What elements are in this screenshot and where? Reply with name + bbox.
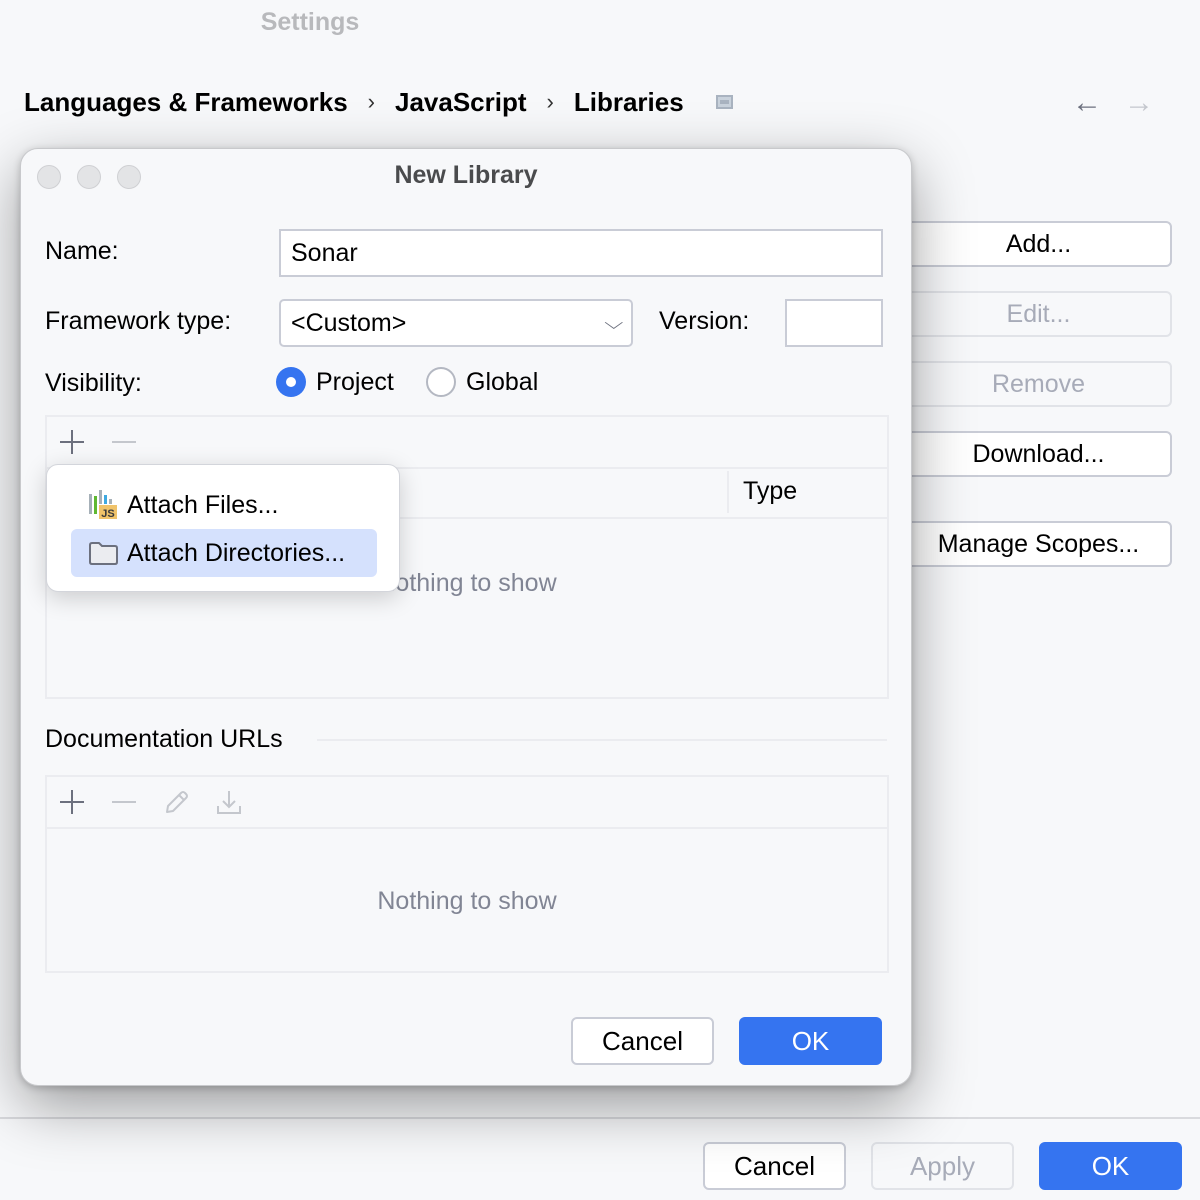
menu-item-label: Attach Files... — [127, 490, 279, 519]
documentation-urls-panel: Nothing to show — [45, 775, 889, 973]
name-label: Name: — [45, 237, 119, 265]
visibility-global-label: Global — [466, 367, 539, 396]
forward-arrow-icon[interactable]: → — [1124, 86, 1154, 120]
add-icon[interactable] — [57, 427, 87, 457]
settings-apply-button[interactable]: Apply — [871, 1142, 1014, 1190]
visibility-project-label: Project — [316, 367, 394, 396]
name-input-value: Sonar — [291, 238, 358, 267]
visibility-global-radio[interactable]: Global — [426, 367, 538, 397]
name-input[interactable]: Sonar — [279, 229, 883, 277]
framework-type-label: Framework type: — [45, 307, 232, 335]
docs-empty-text: Nothing to show — [377, 887, 557, 915]
breadcrumb: Languages & Frameworks › JavaScript › Li… — [24, 84, 733, 120]
remove-icon[interactable] — [109, 427, 139, 457]
framework-type-select[interactable]: <Custom> ⌵ — [279, 299, 633, 347]
download-icon[interactable] — [214, 787, 244, 817]
add-library-button[interactable]: Add... — [895, 221, 1172, 267]
breadcrumb-item-javascript[interactable]: JavaScript — [395, 87, 527, 118]
remove-icon[interactable] — [109, 787, 139, 817]
back-arrow-icon[interactable]: ← — [1072, 86, 1102, 120]
version-input[interactable] — [785, 299, 883, 347]
version-label: Version: — [659, 307, 750, 335]
attach-popup-menu: JS Attach Files... Attach Directories... — [46, 464, 400, 592]
menu-item-attach-files[interactable]: JS Attach Files... — [71, 481, 377, 529]
dialog-ok-button[interactable]: OK — [739, 1017, 882, 1065]
chevron-down-icon: ⌵ — [604, 312, 624, 333]
edit-library-button[interactable]: Edit... — [895, 291, 1172, 337]
new-library-dialog: New Library Name: Sonar Framework type: … — [20, 148, 912, 1086]
svg-text:JS: JS — [101, 508, 114, 520]
js-library-icon: JS — [87, 488, 121, 522]
download-library-button[interactable]: Download... — [895, 431, 1172, 477]
footer-divider — [0, 1117, 1200, 1119]
docs-toolbar — [47, 777, 887, 829]
radio-selected-icon — [276, 367, 306, 397]
breadcrumb-separator: › — [367, 89, 375, 114]
dialog-cancel-button[interactable]: Cancel — [571, 1017, 714, 1065]
breadcrumb-separator: › — [546, 89, 554, 114]
radio-unselected-icon — [426, 367, 456, 397]
settings-cancel-button[interactable]: Cancel — [703, 1142, 846, 1190]
visibility-project-radio[interactable]: Project — [276, 367, 394, 397]
folder-icon — [87, 536, 121, 570]
settings-ok-button[interactable]: OK — [1039, 1142, 1182, 1190]
dialog-title: New Library — [394, 161, 538, 189]
manage-scopes-button[interactable]: Manage Scopes... — [895, 521, 1172, 567]
files-toolbar — [47, 417, 887, 469]
breadcrumb-item-languages-frameworks[interactable]: Languages & Frameworks — [24, 87, 348, 118]
column-separator[interactable] — [727, 471, 729, 513]
visibility-label: Visibility: — [45, 369, 142, 397]
add-icon[interactable] — [57, 787, 87, 817]
framework-type-value: <Custom> — [291, 308, 407, 337]
menu-item-label: Attach Directories... — [127, 538, 346, 567]
settings-window-title: Settings — [260, 8, 360, 36]
menu-item-attach-directories[interactable]: Attach Directories... — [71, 529, 377, 577]
remove-library-button[interactable]: Remove — [895, 361, 1172, 407]
edit-pencil-icon[interactable] — [162, 787, 192, 817]
project-scope-icon — [715, 95, 733, 109]
breadcrumb-item-libraries: Libraries — [573, 86, 684, 117]
column-header-type[interactable]: Type — [743, 477, 797, 506]
documentation-urls-title: Documentation URLs — [45, 725, 283, 753]
section-divider — [317, 739, 887, 741]
